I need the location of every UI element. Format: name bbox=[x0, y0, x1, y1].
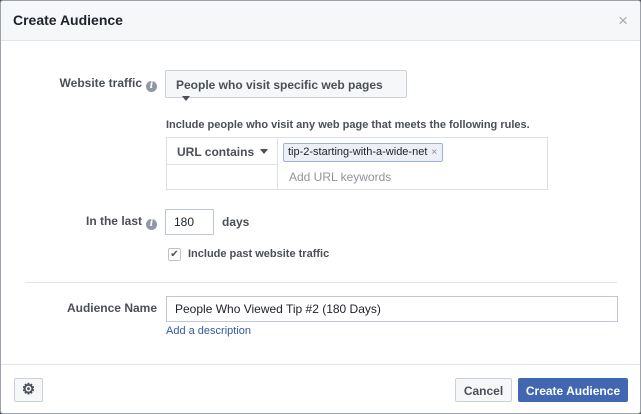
chevron-down-icon bbox=[182, 96, 190, 101]
retention-days-input[interactable] bbox=[165, 209, 214, 235]
url-operator-value: URL contains bbox=[177, 145, 255, 159]
url-keyword-input[interactable] bbox=[279, 166, 547, 188]
rule-caption: Include people who visit any web page th… bbox=[166, 119, 530, 131]
website-traffic-dropdown[interactable]: People who visit specific web pages bbox=[165, 70, 407, 101]
retention-unit-label: days bbox=[222, 215, 250, 229]
website-traffic-label-text: Website traffic bbox=[59, 76, 142, 90]
rule-operator-column: URL contains bbox=[167, 138, 278, 189]
close-icon[interactable]: × bbox=[618, 12, 628, 29]
audience-name-label: Audience Name bbox=[66, 301, 157, 315]
retention-label-text: In the last bbox=[85, 214, 142, 228]
chevron-down-icon bbox=[260, 149, 269, 154]
url-rule-box: URL contains tip-2-starting-with-a-wide-… bbox=[166, 137, 548, 190]
gear-icon: ⚙ bbox=[21, 381, 36, 398]
include-past-traffic-label[interactable]: Include past website traffic bbox=[188, 248, 329, 260]
info-icon[interactable]: i bbox=[146, 219, 157, 230]
url-keyword-token: tip-2-starting-with-a-wide-net × bbox=[283, 143, 444, 162]
settings-button[interactable]: ⚙ bbox=[14, 378, 43, 402]
cancel-button[interactable]: Cancel bbox=[455, 378, 512, 402]
info-icon[interactable]: i bbox=[146, 81, 157, 92]
create-audience-button[interactable]: Create Audience bbox=[518, 378, 628, 402]
include-past-traffic-checkbox[interactable]: ✔ bbox=[168, 248, 181, 261]
retention-label: In the last i bbox=[57, 214, 157, 230]
website-traffic-label: Website traffic i bbox=[57, 76, 157, 92]
url-operator-dropdown[interactable]: URL contains bbox=[177, 145, 269, 159]
audience-name-input[interactable] bbox=[166, 296, 618, 322]
website-traffic-dropdown-value: People who visit specific web pages bbox=[176, 78, 383, 92]
rule-operator-cell: URL contains bbox=[167, 138, 277, 165]
dialog-title: Create Audience bbox=[13, 12, 123, 28]
url-keyword-token-text: tip-2-starting-with-a-wide-net bbox=[288, 146, 428, 158]
dialog-header: Create Audience × bbox=[1, 1, 640, 41]
section-divider bbox=[25, 282, 617, 283]
create-audience-dialog: Create Audience × Website traffic i Peopl… bbox=[0, 0, 641, 414]
remove-token-icon[interactable]: × bbox=[431, 147, 437, 158]
footer-divider bbox=[1, 364, 640, 365]
add-description-link[interactable]: Add a description bbox=[166, 325, 251, 337]
